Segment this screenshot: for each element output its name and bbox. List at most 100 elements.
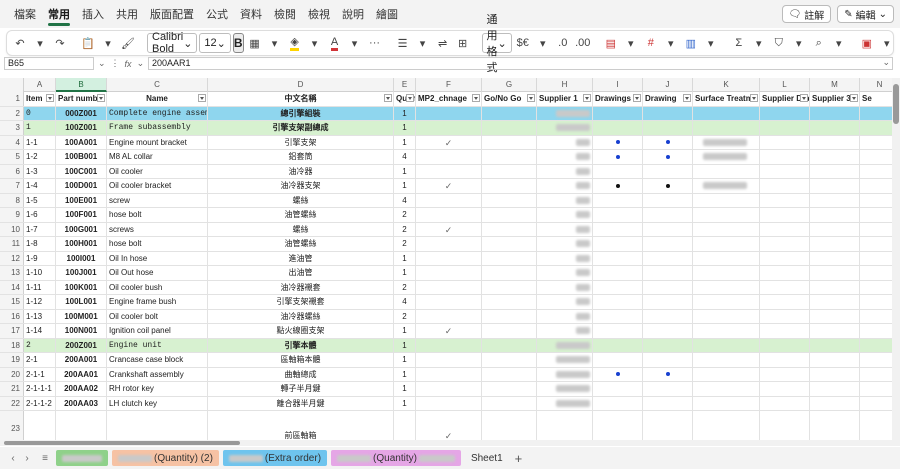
font-color-dropdown-icon[interactable]: ▾ <box>346 33 364 53</box>
row-number[interactable]: 19 <box>0 353 24 367</box>
surface-treatment-cell[interactable] <box>693 237 760 251</box>
chinese-name-cell[interactable]: 點火線圈支架 <box>208 324 394 338</box>
drawing-cell[interactable] <box>643 106 693 120</box>
item-cell[interactable]: 1-14 <box>24 324 56 338</box>
cell[interactable] <box>537 411 593 440</box>
align-icon[interactable]: ☰ <box>394 33 412 53</box>
filter-dropdown-icon[interactable] <box>850 94 858 102</box>
column-header-b[interactable]: B <box>56 78 107 92</box>
add-sheet-icon[interactable]: + <box>515 451 523 466</box>
quantity-cell[interactable]: 4 <box>394 193 416 207</box>
find-icon[interactable]: ⌕ <box>810 33 828 53</box>
supplier-3d-cell[interactable] <box>810 280 860 294</box>
format-painter-icon[interactable]: 🖌 <box>119 33 137 53</box>
drawings-cell[interactable] <box>593 135 643 149</box>
cell[interactable] <box>24 411 56 440</box>
supplier-3d-cell[interactable] <box>810 193 860 207</box>
go-no-go-cell[interactable] <box>482 396 537 410</box>
supplier-drawing-cell[interactable] <box>760 382 810 396</box>
comments-button[interactable]: 🗨 註解 <box>781 5 832 23</box>
supplier-cell[interactable] <box>537 179 593 193</box>
header-cell[interactable]: Surface Treatm <box>693 92 760 106</box>
header-cell[interactable]: Name <box>107 92 208 106</box>
quantity-cell[interactable]: 1 <box>394 367 416 381</box>
header-cell[interactable]: Quant <box>394 92 416 106</box>
align-dropdown-icon[interactable]: ▾ <box>414 33 432 53</box>
part-number-cell[interactable]: 100E001 <box>56 193 107 207</box>
drawing-cell[interactable] <box>643 179 693 193</box>
borders-icon[interactable]: ▦ <box>246 33 264 53</box>
part-number-cell[interactable]: 100F001 <box>56 208 107 222</box>
row-number[interactable]: 15 <box>0 295 24 309</box>
filter-dropdown-icon[interactable] <box>750 94 758 102</box>
drawings-cell[interactable] <box>593 382 643 396</box>
go-no-go-cell[interactable] <box>482 309 537 323</box>
supplier-cell[interactable] <box>537 237 593 251</box>
column-header-g[interactable]: G <box>482 78 537 92</box>
header-cell[interactable]: Supplier Drav <box>760 92 810 106</box>
sort-filter-dropdown-icon[interactable]: ▾ <box>790 33 808 53</box>
supplier-3d-cell[interactable] <box>810 164 860 178</box>
part-number-cell[interactable]: 100K001 <box>56 280 107 294</box>
row-number[interactable]: 6 <box>0 164 24 178</box>
autosum-dropdown-icon[interactable]: ▾ <box>750 33 768 53</box>
supplier-drawing-cell[interactable] <box>760 338 810 352</box>
fill-color-dropdown-icon[interactable]: ▾ <box>306 33 324 53</box>
expand-formula-icon[interactable]: ⌄ <box>882 57 890 68</box>
supplier-drawing-cell[interactable] <box>760 135 810 149</box>
surface-treatment-cell[interactable] <box>693 251 760 265</box>
part-number-cell[interactable]: 100I001 <box>56 251 107 265</box>
undo-icon[interactable]: ↶ <box>11 33 29 53</box>
supplier-drawing-cell[interactable] <box>760 367 810 381</box>
row-number[interactable]: 22 <box>0 396 24 410</box>
quantity-cell[interactable]: 1 <box>394 353 416 367</box>
drawing-cell[interactable] <box>643 193 693 207</box>
quantity-cell[interactable]: 1 <box>394 382 416 396</box>
supplier-3d-cell[interactable] <box>810 150 860 164</box>
item-cell[interactable]: 1-9 <box>24 251 56 265</box>
chinese-name-cell[interactable]: 引擎支架 <box>208 135 394 149</box>
supplier-cell[interactable] <box>537 338 593 352</box>
surface-treatment-cell[interactable] <box>693 164 760 178</box>
name-cell[interactable]: LH clutch key <box>107 396 208 410</box>
go-no-go-cell[interactable] <box>482 164 537 178</box>
quantity-cell[interactable]: 1 <box>394 106 416 120</box>
drawing-cell[interactable] <box>643 135 693 149</box>
quantity-cell[interactable]: 2 <box>394 237 416 251</box>
filter-dropdown-icon[interactable] <box>97 94 105 102</box>
row-number[interactable]: 4 <box>0 135 24 149</box>
quantity-cell[interactable]: 2 <box>394 280 416 294</box>
drawings-cell[interactable] <box>593 164 643 178</box>
go-no-go-cell[interactable] <box>482 208 537 222</box>
supplier-3d-cell[interactable] <box>810 135 860 149</box>
drawings-cell[interactable] <box>593 150 643 164</box>
sheet-tab[interactable]: (Quantity) <box>331 450 461 466</box>
drawings-cell[interactable] <box>593 237 643 251</box>
undo-dropdown-icon[interactable]: ▾ <box>31 33 49 53</box>
surface-treatment-cell[interactable] <box>693 338 760 352</box>
item-cell[interactable]: 1-1 <box>24 135 56 149</box>
supplier-3d-cell[interactable] <box>810 353 860 367</box>
all-sheets-icon[interactable]: ≡ <box>38 453 52 464</box>
supplier-drawing-cell[interactable] <box>760 396 810 410</box>
drawing-cell[interactable] <box>643 309 693 323</box>
supplier-3d-cell[interactable] <box>810 382 860 396</box>
mp2-change-cell[interactable] <box>416 309 482 323</box>
mp2-change-cell[interactable] <box>416 338 482 352</box>
font-size-select[interactable]: 12 ⌄ <box>199 33 231 53</box>
item-cell[interactable]: 0 <box>24 106 56 120</box>
mp2-change-cell[interactable] <box>416 367 482 381</box>
part-number-cell[interactable]: 100Z001 <box>56 121 107 135</box>
surface-treatment-cell[interactable] <box>693 309 760 323</box>
mp2-change-cell[interactable] <box>416 295 482 309</box>
font-color-icon[interactable]: A <box>326 33 344 53</box>
go-no-go-cell[interactable] <box>482 150 537 164</box>
drawings-cell[interactable] <box>593 338 643 352</box>
drawings-cell[interactable] <box>593 396 643 410</box>
currency-button[interactable]: $€ <box>514 33 532 53</box>
supplier-cell[interactable] <box>537 193 593 207</box>
item-cell[interactable]: 2-1 <box>24 353 56 367</box>
row-number[interactable]: 17 <box>0 324 24 338</box>
header-cell[interactable]: Part numb <box>56 92 107 106</box>
cell[interactable] <box>810 411 860 440</box>
